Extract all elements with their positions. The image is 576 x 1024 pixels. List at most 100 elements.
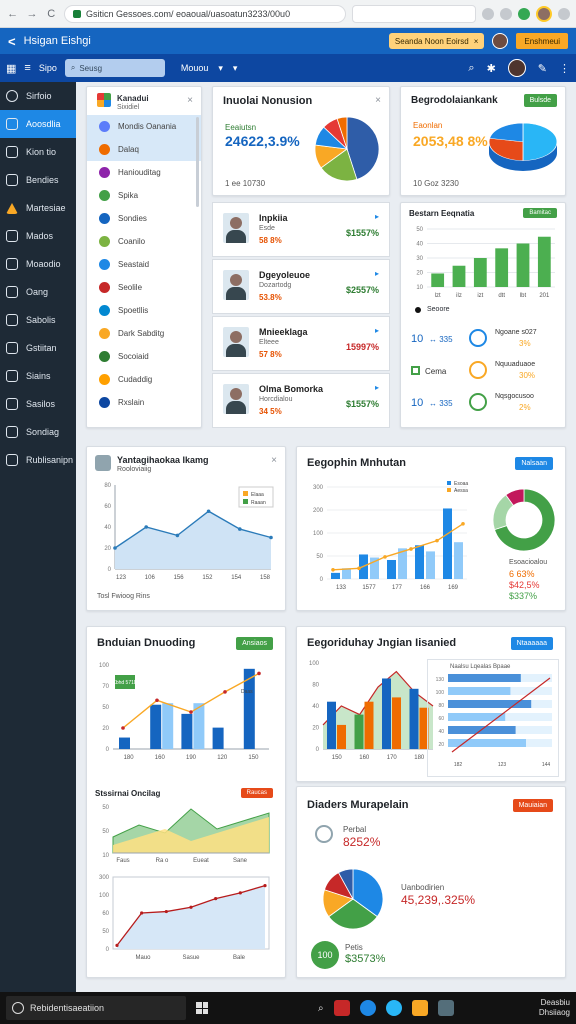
search-icon[interactable]: ⌕ bbox=[318, 1003, 324, 1014]
sidebar-item[interactable]: Mados bbox=[0, 222, 76, 250]
list-item[interactable]: Socoiaid bbox=[87, 345, 201, 368]
panel-scrollbar[interactable] bbox=[196, 117, 199, 207]
sidebar-item[interactable]: Kion tio bbox=[0, 138, 76, 166]
y-tick-label: 0 bbox=[316, 747, 320, 753]
stat-row[interactable]: Cema Nquuaduaoe 30% bbox=[401, 357, 565, 389]
app-icon-red[interactable] bbox=[333, 1000, 350, 1016]
taskbar-search[interactable]: Rebidentisaeatiion bbox=[6, 996, 186, 1020]
card-title: Diaders Murapelain bbox=[307, 799, 409, 811]
badge-button[interactable]: Raucas bbox=[240, 788, 273, 798]
sidebar-item[interactable]: Sabolis bbox=[0, 306, 76, 334]
stat-row[interactable]: 10 ↔ 335 Nqsgocusoo 2% bbox=[401, 389, 565, 421]
toolbar-menu-label[interactable]: Sipo bbox=[39, 63, 57, 73]
list-item[interactable]: Seastaid bbox=[87, 253, 201, 276]
list-item[interactable]: Seolile bbox=[87, 276, 201, 299]
list-item[interactable]: Spika bbox=[87, 184, 201, 207]
stat-badge-icon: 100 bbox=[311, 941, 339, 969]
extension-icon[interactable] bbox=[500, 7, 512, 20]
list-item[interactable]: Coanilo bbox=[87, 230, 201, 253]
app-icon-store[interactable] bbox=[437, 1000, 454, 1016]
badge-button[interactable]: Bamitac bbox=[523, 208, 557, 218]
list-item[interactable]: Dalaq bbox=[87, 138, 201, 161]
clock[interactable]: Deasbiu Dhsiiaog bbox=[539, 998, 570, 1018]
list-item[interactable]: Haniouditag bbox=[87, 161, 201, 184]
badge-button[interactable]: Bulsde bbox=[523, 94, 557, 107]
y-tick-label: 60 bbox=[102, 911, 109, 917]
stat-label: Ngoane s027 bbox=[495, 329, 537, 336]
stat-row[interactable]: 10 ↔ 335 Ngoane s027 3% bbox=[401, 325, 565, 357]
x-tick-label: Ra o bbox=[156, 858, 169, 864]
more-icon[interactable]: ⋮ bbox=[559, 62, 570, 75]
user-avatar[interactable] bbox=[492, 33, 509, 49]
edit-icon[interactable]: ✎ bbox=[538, 62, 547, 75]
badge-button[interactable]: Mauiaian bbox=[512, 799, 553, 812]
profile-avatar[interactable] bbox=[536, 5, 552, 22]
app-icon-image[interactable] bbox=[411, 1000, 428, 1016]
x-tick-label: 150 bbox=[248, 755, 259, 761]
forward-button[interactable]: → bbox=[25, 7, 38, 21]
sidebar-item[interactable]: Sasilos bbox=[0, 390, 76, 418]
close-icon[interactable]: × bbox=[474, 37, 479, 46]
chart-icon bbox=[469, 329, 487, 347]
person-card[interactable]: Inpkiia Esde 58 8% ▸ $1557% bbox=[212, 202, 390, 257]
shield-icon bbox=[6, 230, 18, 242]
app-logo-icon[interactable]: < bbox=[8, 34, 16, 49]
pin-icon[interactable]: ✱ bbox=[487, 62, 496, 75]
sync-icon[interactable] bbox=[518, 7, 530, 20]
windows-icon[interactable] bbox=[196, 1002, 208, 1014]
browser-search-box[interactable] bbox=[352, 4, 476, 23]
pie-3d-chart bbox=[488, 122, 558, 171]
arrow-right-icon[interactable]: ▸ bbox=[375, 326, 379, 335]
bar bbox=[516, 243, 530, 287]
arrow-right-icon[interactable]: ▸ bbox=[375, 383, 379, 392]
view-select[interactable]: Mouou ▾ ▾ bbox=[181, 63, 238, 74]
account-avatar[interactable] bbox=[507, 59, 526, 77]
person-card[interactable]: Olma Bomorka Horcdialou 34 5% ▸ $1557% bbox=[212, 373, 390, 428]
sidebar-item[interactable]: Aoosdlia bbox=[0, 110, 76, 138]
list-item[interactable]: Sondies bbox=[87, 207, 201, 230]
stat-label: Petis bbox=[345, 943, 363, 952]
close-icon[interactable]: × bbox=[187, 95, 193, 106]
sidebar-item[interactable]: Moaodio bbox=[0, 250, 76, 278]
sidebar-item[interactable]: Sondiag bbox=[0, 418, 76, 446]
arrow-right-icon[interactable]: ▸ bbox=[375, 212, 379, 221]
cta-button[interactable]: Enshmeui bbox=[516, 33, 568, 49]
sidebar-item[interactable]: Siains bbox=[0, 362, 76, 390]
sidebar-item[interactable]: Oang bbox=[0, 278, 76, 306]
close-icon[interactable]: × bbox=[375, 95, 381, 106]
notice-pill[interactable]: Seanda Noon Eoirsd × bbox=[388, 33, 485, 49]
person-card[interactable]: Dgeyoleuoe Dozartodg 53.8% ▸ $2557% bbox=[212, 259, 390, 314]
list-item[interactable]: Mondis Oanania bbox=[87, 115, 201, 138]
badge-button[interactable]: Nalsaan bbox=[515, 457, 553, 470]
hamburger-icon[interactable]: ≡ bbox=[24, 62, 30, 74]
list-item[interactable]: Spoetllis bbox=[87, 299, 201, 322]
data-point bbox=[113, 546, 117, 550]
reload-button[interactable]: C bbox=[45, 7, 58, 21]
arrow-right-icon[interactable]: ▸ bbox=[375, 269, 379, 278]
sidebar-item[interactable]: Rublisanipn bbox=[0, 446, 76, 474]
close-icon[interactable]: × bbox=[271, 455, 277, 466]
badge-button[interactable]: Ansiaos bbox=[236, 637, 273, 650]
search-input[interactable]: ⌕ Seusg bbox=[64, 59, 165, 77]
back-button[interactable]: ← bbox=[6, 7, 19, 21]
list-item[interactable]: Dark Sabditg bbox=[87, 322, 201, 345]
sidebar-item[interactable]: Gstiitan bbox=[0, 334, 76, 362]
x-tick-label: 182 bbox=[454, 762, 463, 768]
address-bar[interactable]: Gsiticn Gessoes.com/ eoaoual/uasoatun323… bbox=[63, 4, 347, 23]
sidebar-item[interactable]: Bendies bbox=[0, 166, 76, 194]
badge-button[interactable]: Ntaaaaaa bbox=[510, 637, 553, 650]
star-icon[interactable] bbox=[482, 7, 494, 20]
sidebar-item[interactable]: Sirfoio bbox=[0, 82, 76, 110]
list-item[interactable]: Rxslain bbox=[87, 391, 201, 414]
app-icon-cyan[interactable] bbox=[385, 1000, 402, 1016]
menu-icon[interactable] bbox=[558, 7, 570, 20]
sidebar-item[interactable]: Martesiae bbox=[0, 194, 76, 222]
list-item[interactable]: Cudaddig bbox=[87, 368, 201, 391]
y-tick-label: 0 bbox=[106, 947, 110, 953]
legend-swatch bbox=[243, 491, 248, 496]
grid-icon[interactable]: ▦ bbox=[6, 62, 16, 75]
search-icon[interactable]: ⌕ bbox=[468, 62, 474, 75]
person-card[interactable]: Mnieeklaga Elteee 57 8% ▸ 15997% bbox=[212, 316, 390, 371]
x-tick-label: Sane bbox=[233, 858, 248, 864]
app-icon-blue[interactable] bbox=[359, 1000, 376, 1016]
